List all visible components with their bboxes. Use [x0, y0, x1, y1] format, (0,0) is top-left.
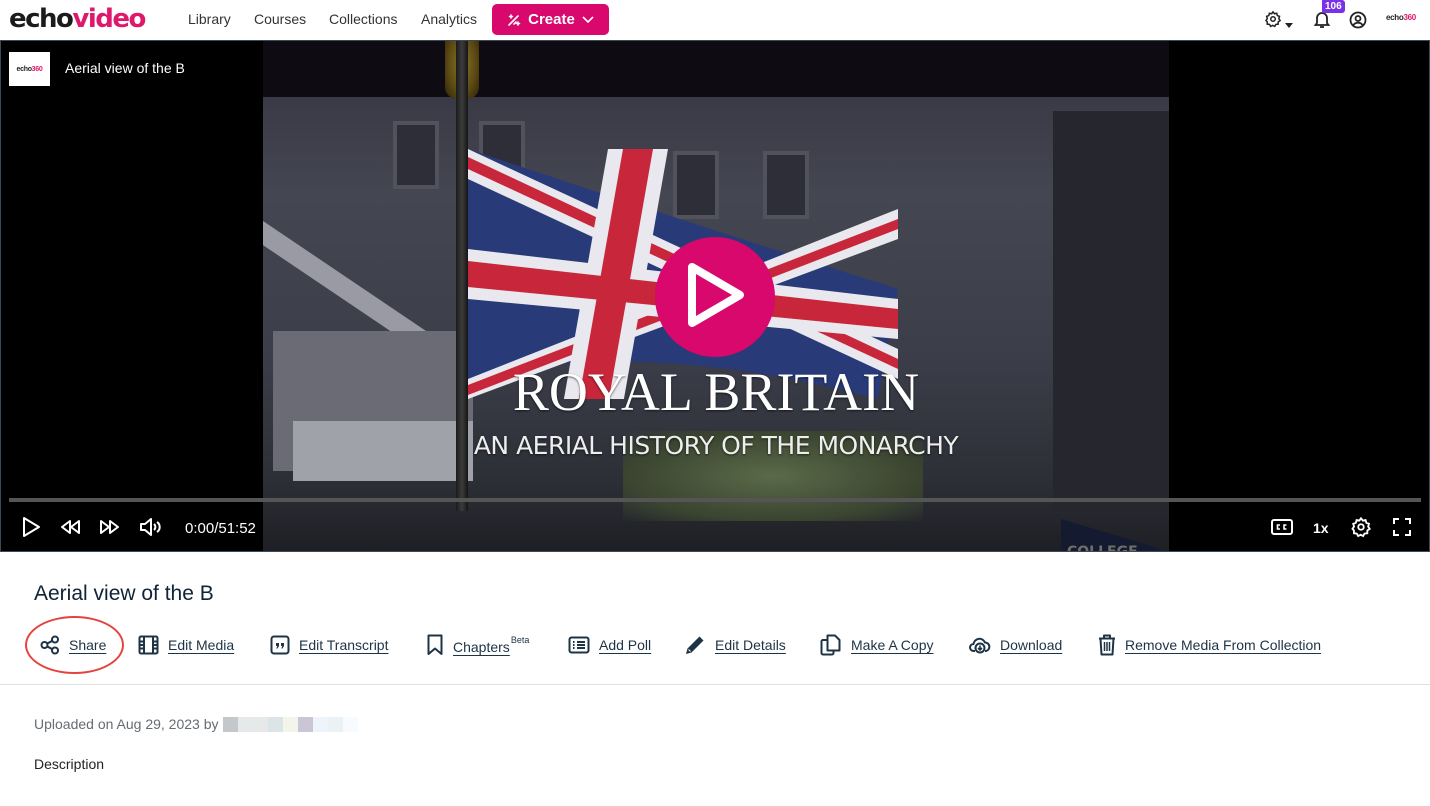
user-circle-icon: [1349, 11, 1367, 33]
play-button[interactable]: [17, 515, 45, 543]
frame-subheadline: AN AERIAL HISTORY OF THE MONARCHY: [473, 431, 959, 460]
redaction-block: [327, 716, 343, 732]
download-button[interactable]: Download: [969, 630, 1062, 660]
playback-speed-button[interactable]: 1x: [1313, 520, 1329, 536]
fullscreen-button[interactable]: [1388, 515, 1416, 543]
section-divider: [0, 684, 1430, 685]
media-title: Aerial view of the B: [34, 582, 214, 605]
make-a-copy-button[interactable]: Make A Copy: [820, 630, 934, 660]
big-play-button[interactable]: [655, 237, 775, 357]
remove-media-label: Remove Media From Collection: [1125, 637, 1322, 653]
bookmark-icon: [426, 634, 444, 656]
upload-info-text: Uploaded on Aug 29, 2023 by: [34, 716, 219, 732]
volume-button[interactable]: [137, 515, 165, 543]
caret-down-icon: [1285, 16, 1293, 34]
create-button[interactable]: Create: [492, 4, 609, 35]
redaction-block: [267, 716, 283, 732]
make-a-copy-label: Make A Copy: [851, 637, 934, 653]
description-heading: Description: [34, 756, 105, 772]
download-label: Download: [1000, 637, 1063, 653]
edit-transcript-button[interactable]: Edit Transcript: [270, 630, 388, 660]
volume-icon: [139, 517, 163, 541]
chapters-label: ChaptersBeta: [453, 635, 530, 655]
upload-info: Uploaded on Aug 29, 2023 by: [34, 716, 358, 732]
film-icon: [138, 635, 159, 655]
notifications-button[interactable]: [1313, 10, 1333, 30]
play-icon: [21, 516, 41, 543]
gear-icon: [1350, 516, 1372, 543]
user-profile-button[interactable]: [1349, 11, 1367, 29]
share-button[interactable]: Share: [40, 630, 106, 660]
edit-media-button[interactable]: Edit Media: [138, 630, 234, 660]
nav-analytics[interactable]: Analytics: [421, 11, 477, 27]
redaction-block: [312, 716, 328, 732]
notification-count-badge: 106: [1322, 0, 1345, 13]
player-controls: 0:00/51:52 1x: [1, 511, 1429, 547]
gear-icon: [1264, 10, 1282, 33]
trash-icon: [1098, 634, 1116, 656]
player-settings-button[interactable]: [1347, 515, 1375, 543]
video-player[interactable]: ROYAL BRITAIN AN AERIAL HISTORY OF THE M…: [0, 40, 1430, 552]
copy-icon: [820, 634, 842, 656]
add-poll-label: Add Poll: [599, 637, 652, 653]
share-label: Share: [69, 637, 107, 653]
rewind-button[interactable]: [56, 515, 84, 543]
fullscreen-icon: [1392, 517, 1412, 542]
share-icon: [40, 635, 60, 655]
time-display: 0:00/51:52: [185, 520, 256, 537]
redaction-block: [252, 716, 268, 732]
captions-button[interactable]: [1268, 515, 1296, 543]
bell-icon: [1313, 12, 1331, 33]
player-echo360-logo: echo 360: [9, 52, 50, 86]
closed-captions-icon: [1270, 518, 1294, 541]
fast-forward-icon: [99, 519, 121, 540]
nav-library[interactable]: Library: [188, 11, 231, 27]
pencil-icon: [684, 634, 706, 656]
redacted-uploader-name: [222, 716, 358, 732]
nav-collections[interactable]: Collections: [329, 11, 397, 27]
edit-transcript-label: Edit Transcript: [299, 637, 389, 653]
player-title: Aerial view of the B: [65, 60, 185, 76]
media-actions-toolbar: Share Edit Media Edit Transcript Chapter…: [0, 630, 1430, 662]
chapters-button[interactable]: ChaptersBeta: [426, 630, 529, 660]
frame-headline: ROYAL BRITAIN: [512, 362, 920, 422]
edit-details-button[interactable]: Edit Details: [684, 630, 786, 660]
echovideo-logo[interactable]: echovideo: [9, 3, 146, 35]
play-icon: [682, 259, 748, 336]
rewind-icon: [59, 519, 81, 540]
create-label: Create: [528, 11, 575, 28]
fast-forward-button[interactable]: [96, 515, 124, 543]
redaction-block: [297, 716, 313, 732]
redaction-block: [282, 716, 298, 732]
redaction-block: [342, 716, 358, 732]
remove-media-button[interactable]: Remove Media From Collection: [1098, 630, 1321, 660]
add-poll-button[interactable]: Add Poll: [568, 630, 651, 660]
echo360-brand-logo: echo360: [1386, 13, 1416, 22]
cloud-download-icon: [969, 636, 991, 654]
settings-menu[interactable]: [1264, 10, 1294, 30]
magic-wand-icon: [506, 12, 522, 28]
edit-media-label: Edit Media: [168, 637, 235, 653]
nav-courses[interactable]: Courses: [254, 11, 306, 27]
chevron-down-icon: [581, 15, 595, 25]
redaction-block: [222, 716, 238, 732]
redaction-block: [237, 716, 253, 732]
progress-bar[interactable]: [9, 498, 1421, 502]
edit-details-label: Edit Details: [715, 637, 786, 653]
top-nav: echovideo Library Courses Collections An…: [0, 0, 1430, 40]
quote-icon: [270, 635, 290, 655]
beta-badge: Beta: [510, 635, 530, 645]
list-icon: [568, 636, 590, 654]
